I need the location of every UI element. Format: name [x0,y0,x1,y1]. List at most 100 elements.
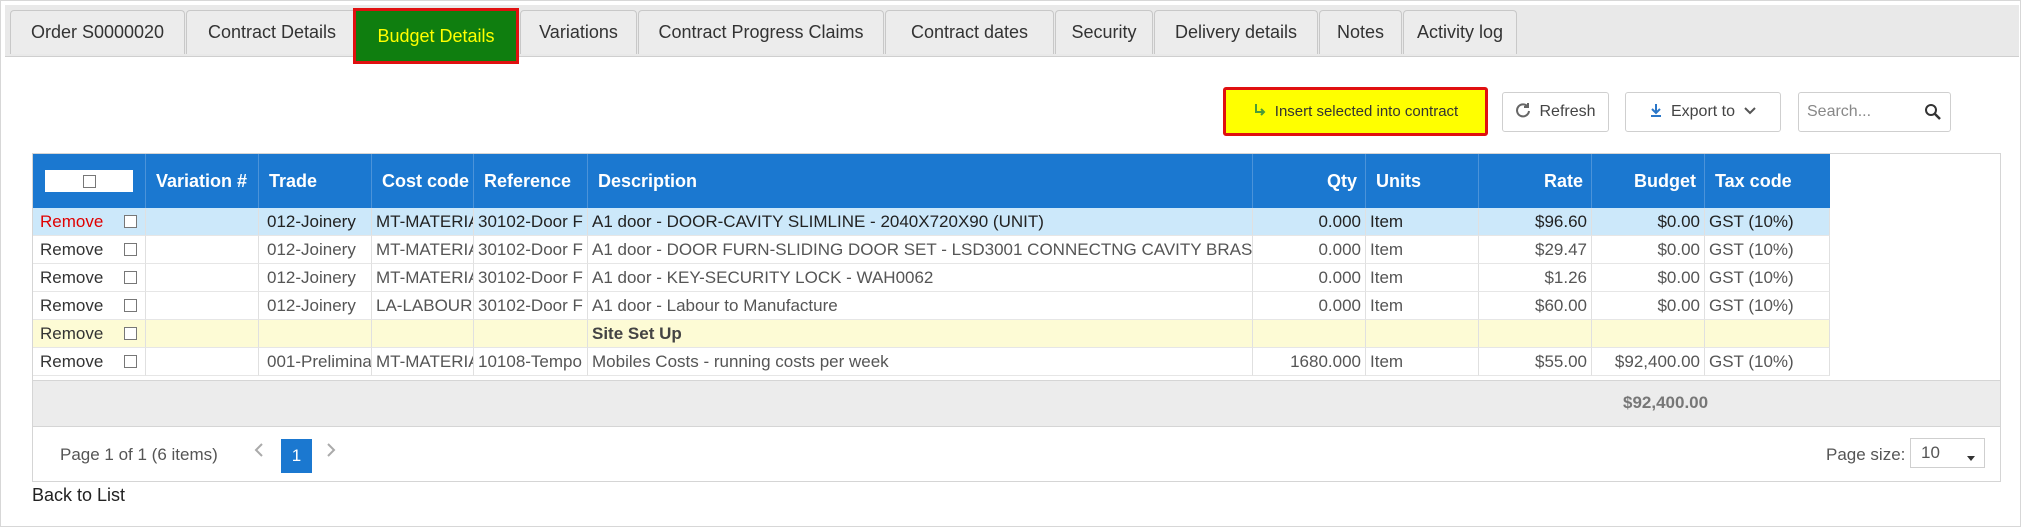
row-checkbox[interactable] [124,215,137,228]
search-icon[interactable] [1924,103,1942,126]
remove-link[interactable]: Remove [40,268,103,288]
group-row[interactable]: Remove Site Set Up [33,320,1830,348]
qty-cell: 0.000 [1253,264,1366,292]
tab-activity-log[interactable]: Activity log [1403,10,1517,54]
header-units[interactable]: Units [1366,154,1479,208]
tax-code-cell: GST (10%) [1705,236,1830,264]
refresh-button[interactable]: Refresh [1502,92,1609,132]
remove-link[interactable]: Remove [40,324,103,344]
row-checkbox[interactable] [124,299,137,312]
units-cell: Item [1366,264,1479,292]
tab-security[interactable]: Security [1055,10,1153,54]
header-tax-code[interactable]: Tax code [1705,154,1818,208]
table-row[interactable]: Remove 012-Joinery MT-MATERIAL 30102-Doo… [33,208,1830,236]
description-cell: Mobiles Costs - running costs per week [588,348,1253,376]
header-budget[interactable]: Budget [1592,154,1705,208]
remove-cell: Remove [33,348,146,376]
header-variation[interactable]: Variation # [146,154,259,208]
select-all-box[interactable] [45,170,133,192]
tab-notes[interactable]: Notes [1319,10,1402,54]
tab-label: Contract Progress Claims [658,22,864,42]
trade-cell: 001-Prelimina [259,348,372,376]
qty-cell: 1680.000 [1253,348,1366,376]
header-rate[interactable]: Rate [1479,154,1592,208]
table-row[interactable]: Remove 012-Joinery MT-MATERIAL 30102-Doo… [33,236,1830,264]
tab-budget-details[interactable]: Budget Details [353,8,519,64]
refresh-icon [1515,102,1531,123]
tab-label: Contract Details [207,22,337,42]
remove-cell: Remove [33,208,146,236]
insert-selected-button[interactable]: Insert selected into contract [1223,87,1488,136]
search-input[interactable]: Search... [1798,92,1951,132]
variation-cell [146,208,259,236]
pager: Page 1 of 1 (6 items) 1 Page size: 10 [33,426,2000,483]
tab-label: Budget Details [377,25,495,46]
rate-cell: $1.26 [1479,264,1592,292]
remove-link[interactable]: Remove [40,240,103,260]
header-reference[interactable]: Reference [474,154,588,208]
rate-cell: $96.60 [1479,208,1592,236]
row-checkbox[interactable] [124,271,137,284]
tab-contract-dates[interactable]: Contract dates [885,10,1054,54]
variation-cell [146,264,259,292]
cost-code-cell: MT-MATERIAL [372,264,474,292]
download-icon [1649,103,1663,122]
variation-cell [146,236,259,264]
page-number-button[interactable]: 1 [281,439,312,473]
row-checkbox[interactable] [124,243,137,256]
row-checkbox[interactable] [124,327,137,340]
tab-label: Activity log [1416,22,1504,42]
back-to-list-link[interactable]: Back to List [32,485,125,506]
rate-cell: $60.00 [1479,292,1592,320]
units-cell: Item [1366,348,1479,376]
refresh-label: Refresh [1539,103,1596,120]
table-row[interactable]: Remove 012-Joinery MT-MATERIAL 30102-Doo… [33,264,1830,292]
tax-code-cell [1705,320,1830,348]
cost-code-cell: LA-LABOUR [372,292,474,320]
variation-cell [146,348,259,376]
tab-delivery-details[interactable]: Delivery details [1154,10,1318,54]
remove-link[interactable]: Remove [40,296,103,316]
tab-contract-progress-claims[interactable]: Contract Progress Claims [638,10,884,54]
caret-down-icon [1966,448,1976,468]
reference-cell [474,320,588,348]
select-all-checkbox[interactable] [82,174,96,188]
page-size-select[interactable]: 10 [1910,438,1985,468]
qty-cell: 0.000 [1253,236,1366,264]
row-checkbox[interactable] [124,355,137,368]
header-qty[interactable]: Qty [1253,154,1366,208]
page-frame: Order S0000020 Contract Details Budget D… [0,0,2021,527]
export-button[interactable]: Export to [1625,92,1781,132]
table-row[interactable]: Remove 012-Joinery LA-LABOUR 30102-Door … [33,292,1830,320]
remove-link[interactable]: Remove [40,352,103,372]
next-page-icon[interactable] [325,441,337,464]
prev-page-icon[interactable] [253,441,265,464]
reference-cell: 30102-Door F [474,264,588,292]
header-trade[interactable]: Trade [259,154,372,208]
qty-cell [1253,320,1366,348]
chevron-down-icon [1743,103,1757,121]
tab-contract-details[interactable]: Contract Details [186,10,358,54]
units-cell: Item [1366,236,1479,264]
header-cost-code[interactable]: Cost code [372,154,474,208]
cost-code-cell: MT-MATERIAL [372,348,474,376]
tab-variations[interactable]: Variations [520,10,637,54]
table-row[interactable]: Remove 001-Prelimina MT-MATERIAL 10108-T… [33,348,1830,376]
units-cell: Item [1366,208,1479,236]
tab-label: Variations [539,22,618,42]
cost-code-cell [372,320,474,348]
remove-cell: Remove [33,292,146,320]
tax-code-cell: GST (10%) [1705,348,1830,376]
header-description[interactable]: Description [588,154,1253,208]
page-size-value: 10 [1921,443,1940,462]
tax-code-cell: GST (10%) [1705,264,1830,292]
group-title-cell: Site Set Up [588,320,1253,348]
remove-cell: Remove [33,236,146,264]
cost-code-cell: MT-MATERIAL [372,208,474,236]
export-label: Export to [1670,103,1736,120]
tab-order[interactable]: Order S0000020 [10,10,185,54]
qty-cell: 0.000 [1253,292,1366,320]
remove-link[interactable]: Remove [40,212,103,232]
budget-cell [1592,320,1705,348]
arrow-return-icon [1253,103,1267,121]
